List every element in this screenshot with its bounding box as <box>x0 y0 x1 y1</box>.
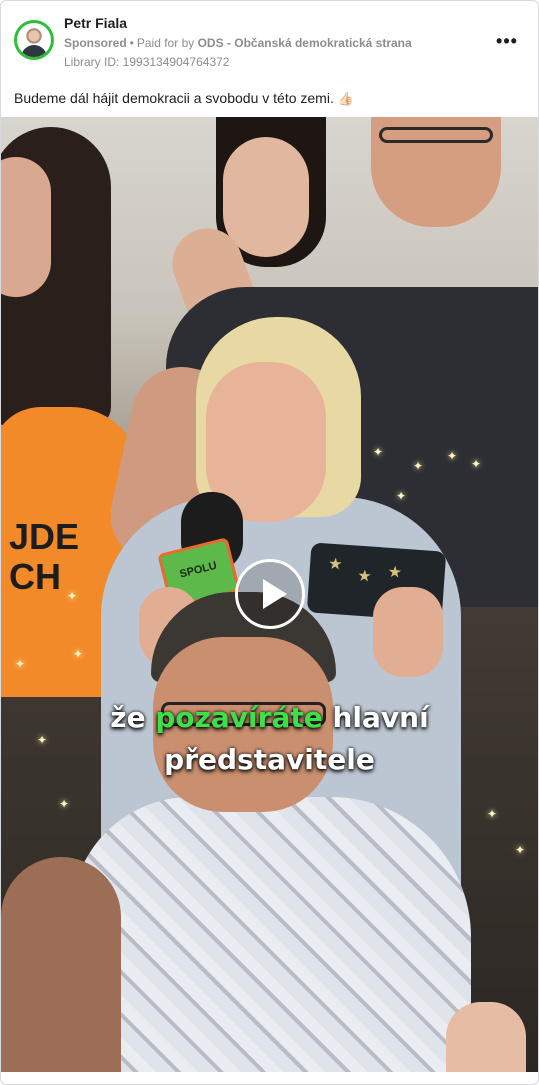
sponsor-line: Sponsored • Paid for by ODS - Občanská dem… <box>64 36 412 50</box>
person-left-face <box>1 157 51 297</box>
sparkle-icon: ✦ <box>413 459 424 473</box>
play-button-icon[interactable] <box>235 559 305 629</box>
payer-name[interactable]: ODS - Občanská demokratická strana <box>198 36 412 50</box>
person-hand-bottom-right <box>446 1002 526 1072</box>
thumbs-up-emoji: 👍🏻 <box>337 91 355 106</box>
sparkle-icon: ✦ <box>515 843 526 857</box>
post-header: Petr Fiala Sponsored • Paid for by ODS - O… <box>1 1 538 83</box>
sparkle-icon: ✦ <box>67 589 78 603</box>
video-subtitle-line-2: představitele <box>164 743 375 776</box>
shirt-print-text: JDE CH <box>9 516 80 597</box>
sponsored-label: Sponsored <box>64 36 127 50</box>
paid-for-label: Paid for by <box>136 36 195 50</box>
person-man2-shirt <box>71 797 471 1072</box>
subtitle-highlight: pozavíráte <box>155 701 323 734</box>
sparkle-icon: ✦ <box>73 647 84 661</box>
person-left-arm <box>1 857 121 1072</box>
subtitle-word: hlavní <box>332 701 429 734</box>
sparkle-icon: ✦ <box>15 657 26 671</box>
sparkle-icon: ✦ <box>447 449 458 463</box>
more-options-icon[interactable]: ••• <box>495 29 519 53</box>
sparkle-icon: ✦ <box>396 489 407 503</box>
avatar-photo <box>17 23 51 57</box>
author-name[interactable]: Petr Fiala <box>64 15 127 31</box>
sparkle-icon: ✦ <box>487 807 498 821</box>
video-subtitle-line-1: že pozavíráte hlavní <box>1 701 538 734</box>
avatar[interactable] <box>14 20 54 60</box>
phone-star-icon: ★ <box>387 563 403 582</box>
subtitle-word: že <box>110 701 146 734</box>
caption-text: Budeme dál hájit demokracii a svobodu v … <box>14 90 334 106</box>
library-id: Library ID: 1993134904764372 <box>64 55 230 69</box>
person-girl-face <box>223 137 309 257</box>
person-woman-hand-right <box>373 587 443 677</box>
dot-separator: • <box>129 36 134 50</box>
phone-star-icon: ★ <box>356 567 373 586</box>
sparkle-icon: ✦ <box>59 797 70 811</box>
person-man-glasses <box>379 127 493 143</box>
sparkle-icon: ✦ <box>471 457 482 471</box>
sparkle-icon: ✦ <box>373 445 384 459</box>
video-player[interactable]: JDE CH ★ ★ ★ SPOLU ✦ ✦ ✦ ✦ ✦ ✦ ✦ ✦ ✦ ✦ ✦… <box>1 117 538 1072</box>
ad-card: Petr Fiala Sponsored • Paid for by ODS - O… <box>0 0 539 1085</box>
post-caption: Budeme dál hájit demokracii a svobodu v … <box>14 90 354 107</box>
phone-star-icon: ★ <box>327 555 344 574</box>
